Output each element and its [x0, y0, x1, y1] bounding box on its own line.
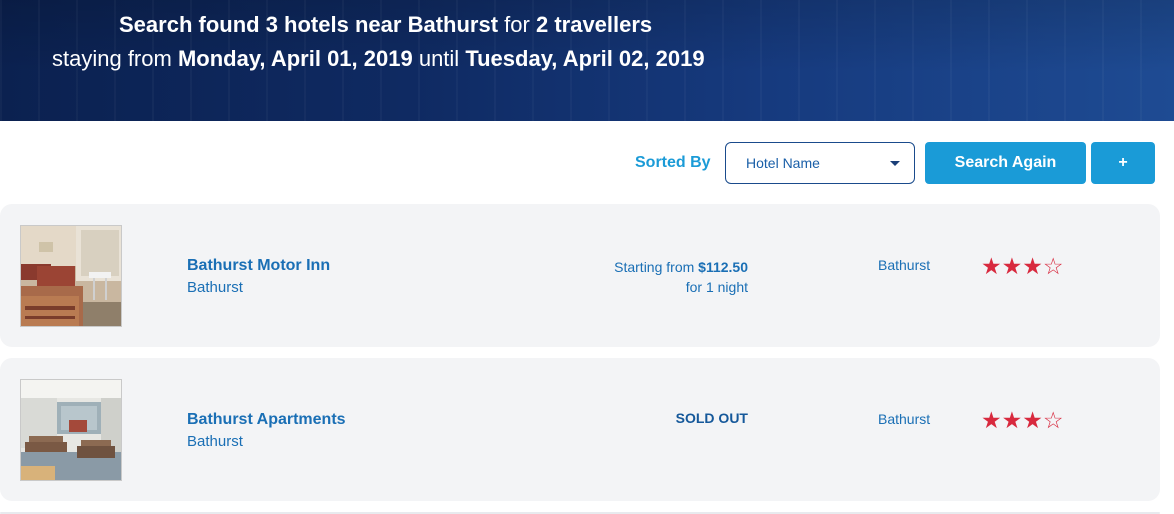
hotel-room-image: [21, 226, 121, 326]
star-filled-icon: ★: [1022, 407, 1043, 433]
sort-selected-value: Hotel Name: [746, 155, 820, 171]
search-summary-banner: Search found 3 hotels near Bathurst for …: [0, 0, 1174, 121]
chevron-down-icon: [890, 161, 900, 166]
hotel-count: 3 hotels: [265, 12, 349, 37]
star-empty-icon: ☆: [1042, 407, 1064, 433]
hotel-location: Bathurst: [878, 411, 931, 427]
add-button[interactable]: +: [1091, 142, 1155, 184]
check-out-date: Tuesday, April 02, 2019: [465, 46, 705, 71]
price-prefix: Starting from: [614, 259, 695, 275]
star-filled-icon: ★: [1001, 407, 1023, 433]
search-summary-line-1: Search found 3 hotels near Bathurst for …: [119, 12, 652, 38]
star-filled-icon: ★: [1001, 253, 1023, 279]
sold-out-badge: SOLD OUT: [675, 410, 748, 426]
check-in-date: Monday, April 01, 2019: [177, 46, 413, 71]
sort-dropdown[interactable]: Hotel Name: [725, 142, 915, 184]
hotel-card: Bathurst Apartments Bathurst SOLD OUT Ba…: [0, 358, 1160, 501]
hotel-name-link[interactable]: Bathurst Apartments: [187, 411, 346, 429]
until-text: until: [418, 46, 460, 71]
star-rating: ★★★☆: [981, 253, 1064, 279]
staying-from-text: staying from: [52, 46, 172, 71]
hotel-city: Bathurst: [187, 433, 243, 450]
search-again-button[interactable]: Search Again: [925, 142, 1086, 184]
hotel-room-image: [21, 380, 121, 480]
hotel-location: Bathurst: [878, 257, 931, 273]
price-value: $112.50: [698, 259, 748, 275]
hotel-photo[interactable]: [20, 225, 122, 327]
near-text: near: [354, 12, 402, 37]
price-suffix: for 1 night: [685, 279, 748, 295]
hotel-card: Bathurst Motor Inn Bathurst Starting fro…: [0, 204, 1160, 347]
traveller-count: 2 travellers: [535, 12, 653, 37]
star-empty-icon: ☆: [1042, 253, 1064, 279]
search-location: Bathurst: [407, 12, 499, 37]
star-filled-icon: ★: [981, 253, 1002, 279]
hotel-photo[interactable]: [20, 379, 122, 481]
star-filled-icon: ★: [1022, 253, 1043, 279]
price-block: Starting from $112.50 for 1 night: [614, 257, 748, 297]
for-text: for: [504, 12, 530, 37]
search-summary-line-2: staying from Monday, April 01, 2019 unti…: [52, 46, 705, 72]
star-filled-icon: ★: [981, 407, 1002, 433]
sort-label: Sorted By: [635, 154, 711, 171]
star-rating: ★★★☆: [981, 407, 1064, 433]
search-found-text: Search found: [119, 12, 260, 37]
hotel-city: Bathurst: [187, 279, 243, 296]
hotel-name-link[interactable]: Bathurst Motor Inn: [187, 257, 330, 275]
